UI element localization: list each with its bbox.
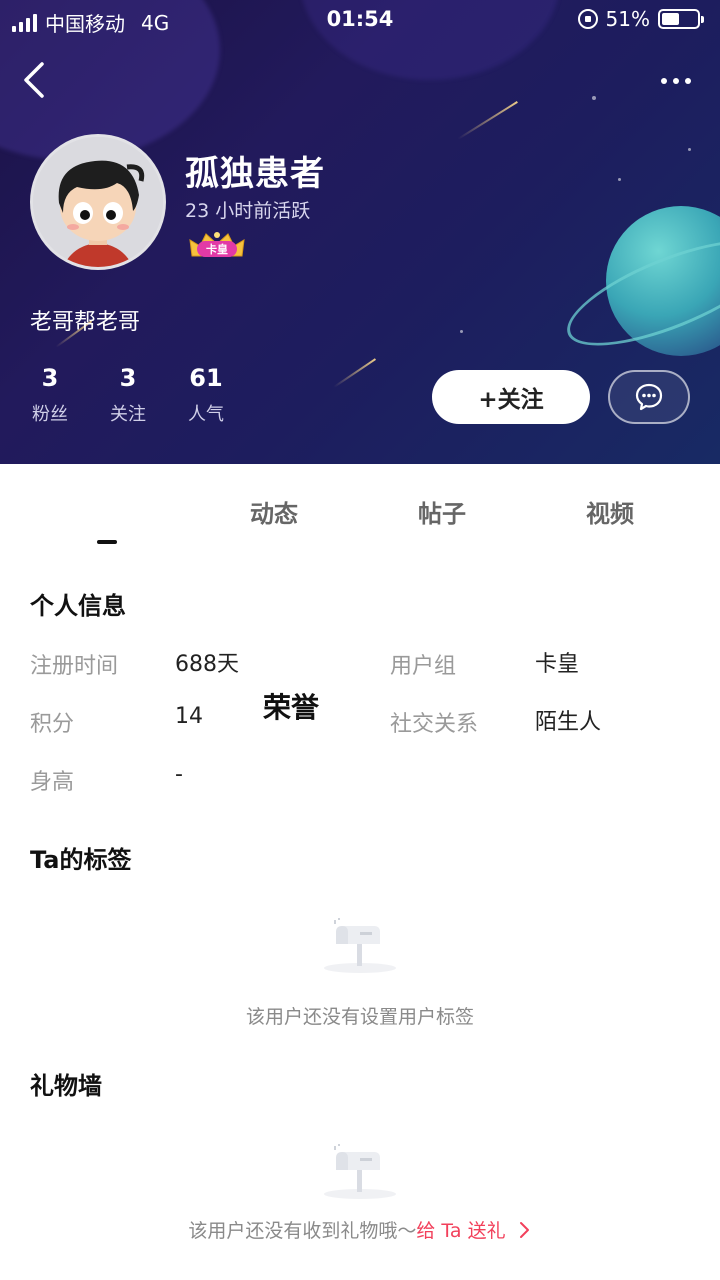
stat-following-label: 关注 <box>110 404 146 425</box>
points-label: 积分 <box>30 712 75 737</box>
send-gift-link[interactable]: 给 Ta 送礼 <box>416 1220 531 1242</box>
tab-posts[interactable]: 帖子 <box>358 486 526 556</box>
user-group-value: 卡皇 <box>535 652 580 677</box>
vip-badge-label: 卡皇 <box>206 242 228 256</box>
send-gift-label: 给 Ta 送礼 <box>416 1220 506 1242</box>
user-group-label: 用户组 <box>390 654 457 679</box>
stat-fans-label: 粉丝 <box>32 404 68 425</box>
meteor-decoration <box>333 358 377 388</box>
tags-empty-text: 该用户还没有设置用户标签 <box>245 1006 474 1028</box>
tab-honor[interactable]: 荣誉 <box>207 682 375 752</box>
stat-popularity[interactable]: 61 人气 <box>186 364 226 426</box>
status-bar-right: 51% <box>577 7 704 31</box>
height-value: - <box>175 762 183 787</box>
empty-mailbox-icon <box>324 1144 396 1199</box>
avatar[interactable] <box>30 134 166 270</box>
gifts-empty-illustration <box>0 1138 720 1206</box>
more-dot-icon <box>661 78 667 84</box>
message-button[interactable] <box>608 370 690 424</box>
stat-following[interactable]: 3 关注 <box>108 364 148 426</box>
cartoon-boy-avatar-icon <box>33 137 163 267</box>
stat-popularity-value: 61 <box>189 364 223 392</box>
active-tab-indicator <box>97 540 117 544</box>
back-button[interactable] <box>18 60 58 100</box>
user-bio: 老哥帮老哥 <box>30 310 141 335</box>
more-dot-icon <box>685 78 691 84</box>
gifts-empty-row: 该用户还没有收到礼物哦～给 Ta 送礼 <box>0 1216 720 1243</box>
more-button[interactable] <box>656 66 696 96</box>
more-dot-icon <box>673 78 679 84</box>
follow-button[interactable]: +关注 <box>432 370 590 424</box>
height-label: 身高 <box>30 770 75 795</box>
empty-mailbox-icon <box>324 918 396 973</box>
tab-moments[interactable]: 动态 <box>190 486 358 556</box>
gift-wall-title: 礼物墙 <box>30 1072 102 1100</box>
social-relation-label: 社交关系 <box>390 712 479 737</box>
vip-badge[interactable]: 卡皇 <box>188 230 246 260</box>
chevron-right-icon <box>519 1222 529 1238</box>
username: 孤独患者 <box>185 154 325 194</box>
register-time-label: 注册时间 <box>30 654 119 679</box>
chat-bubble-icon <box>635 383 663 411</box>
rotation-lock-icon <box>577 9 598 29</box>
crown-badge-icon: 卡皇 <box>189 232 245 257</box>
tab-videos[interactable]: 视频 <box>526 486 694 556</box>
register-time-value: 688天 <box>175 652 239 677</box>
star-decoration <box>618 178 621 181</box>
social-relation-value: 陌生人 <box>535 710 602 735</box>
tags-title: Ta的标签 <box>30 846 132 874</box>
star-decoration <box>460 330 463 333</box>
star-decoration <box>592 96 596 100</box>
gifts-empty-text: 该用户还没有收到礼物哦～ <box>188 1220 417 1242</box>
battery-fill <box>662 13 680 25</box>
tags-empty-illustration <box>0 912 720 980</box>
status-bar: 中国移动 4G 01:54 51% <box>0 0 720 40</box>
profile-tabs: 荣誉 动态 帖子 视频 <box>0 486 720 724</box>
last-active-text: 23 小时前活跃 <box>185 200 311 222</box>
chevron-left-icon <box>24 62 44 98</box>
stat-popularity-label: 人气 <box>188 404 224 425</box>
battery-icon <box>658 9 704 29</box>
profile-header: 中国移动 4G 01:54 51% 孤独患者 23 小时前活跃 卡皇 老哥帮老哥… <box>0 0 720 464</box>
battery-percent: 51% <box>605 7 650 31</box>
points-value: 14 <box>175 704 203 729</box>
stat-fans-value: 3 <box>41 364 59 392</box>
stat-following-value: 3 <box>119 364 137 392</box>
stat-fans[interactable]: 3 粉丝 <box>30 364 70 426</box>
personal-info-title: 个人信息 <box>30 592 126 620</box>
star-decoration <box>688 148 691 151</box>
meteor-decoration <box>457 101 518 140</box>
user-stats: 3 粉丝 3 关注 61 人气 <box>30 364 226 426</box>
